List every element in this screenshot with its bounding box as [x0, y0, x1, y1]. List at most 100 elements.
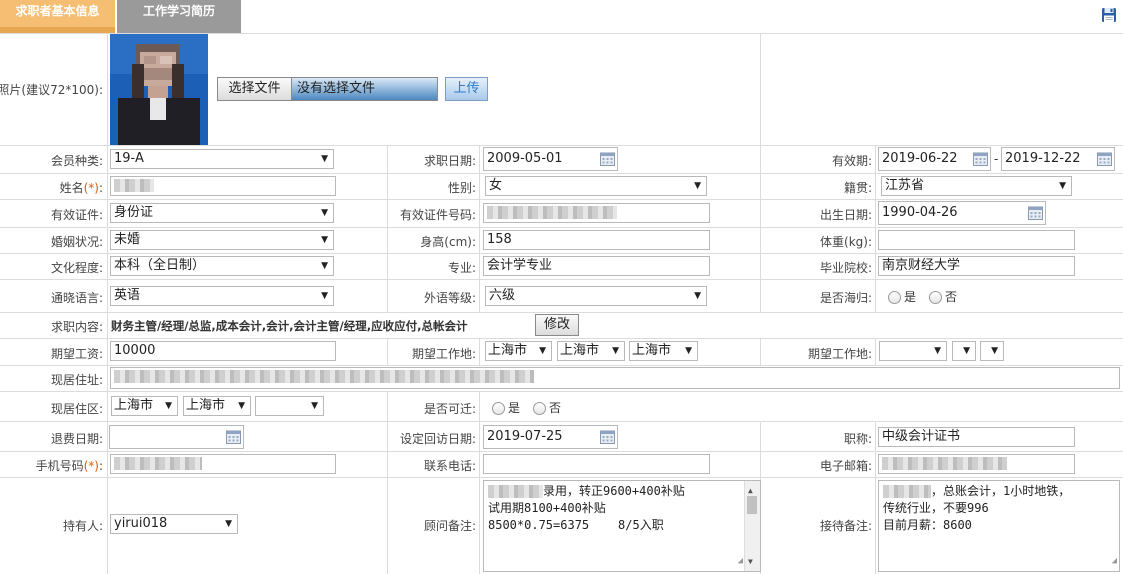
chevron-down-icon: ▼: [321, 235, 328, 245]
chevron-down-icon: ▼: [311, 401, 318, 411]
overseas-no-radio[interactable]: 否: [929, 288, 957, 305]
id-number-input[interactable]: [483, 203, 710, 223]
education-select[interactable]: 本科（全日制） ▼: [110, 256, 334, 276]
apply-date-input[interactable]: 2009-05-01: [483, 147, 618, 171]
calendar-icon[interactable]: [600, 152, 615, 166]
reception-note-label: 接待备注:: [819, 519, 872, 533]
id-type-select[interactable]: 身份证 ▼: [110, 203, 334, 223]
weight-input[interactable]: [878, 230, 1075, 250]
height-input[interactable]: 158: [483, 230, 710, 250]
calendar-icon[interactable]: [1097, 152, 1112, 166]
chevron-down-icon: ▼: [934, 346, 941, 356]
birth-date-input[interactable]: 1990-04-26: [878, 201, 1046, 225]
chevron-down-icon: ▼: [321, 261, 328, 271]
valid-period-label: 有效期:: [831, 154, 872, 168]
native-place-label: 籍贯:: [843, 181, 872, 195]
relocate-no-radio[interactable]: 否: [533, 399, 561, 416]
advisor-note-label: 顾问备注:: [423, 519, 476, 533]
photo-label: 照片(建议72*100):: [0, 83, 103, 97]
district-province-select[interactable]: 上海市 ▼: [111, 396, 178, 416]
height-label: 身高(cm):: [420, 235, 476, 249]
work-place-district-select[interactable]: 上海市 ▼: [629, 341, 698, 361]
revisit-date-label: 设定回访日期:: [399, 432, 476, 446]
gender-select[interactable]: 女 ▼: [485, 176, 707, 196]
owner-label: 持有人:: [62, 519, 103, 533]
language-select[interactable]: 英语 ▼: [110, 286, 334, 306]
form-row: 求职内容: 财务主管/经理/总监,成本会计,会计,会计主管/经理,应收应付,总帐…: [0, 313, 1123, 339]
chevron-down-icon: ▼: [963, 346, 970, 356]
work-place-2-province-select[interactable]: ▼: [879, 341, 947, 361]
owner-select[interactable]: yirui018 ▼: [110, 514, 238, 534]
required-star: (*): [83, 181, 99, 195]
chevron-down-icon: ▼: [685, 346, 692, 356]
tab-bar: 求职者基本信息 工作学习简历: [0, 0, 1123, 34]
tab-work-history[interactable]: 工作学习简历: [117, 0, 241, 33]
revisit-date-input[interactable]: 2019-07-25: [483, 425, 618, 449]
work-place-province-select[interactable]: 上海市 ▼: [485, 341, 552, 361]
form-row: 现居住址:: [0, 366, 1123, 392]
chevron-down-icon: ▼: [238, 401, 245, 411]
major-input[interactable]: 会计学专业: [483, 256, 710, 276]
email-input[interactable]: [878, 454, 1075, 474]
marital-select[interactable]: 未婚 ▼: [110, 230, 334, 250]
native-place-select[interactable]: 江苏省 ▼: [881, 176, 1072, 196]
valid-start-input[interactable]: 2019-06-22: [878, 147, 991, 171]
resize-handle-icon[interactable]: ◢: [738, 553, 743, 570]
work-place-city-select[interactable]: 上海市 ▼: [557, 341, 625, 361]
upload-button[interactable]: 上传: [445, 77, 488, 101]
district-label: 现居住区:: [50, 402, 103, 416]
overseas-label: 是否海归:: [819, 291, 872, 305]
mobile-input[interactable]: [110, 454, 336, 474]
scroll-down-icon[interactable]: ▼: [748, 553, 753, 570]
avatar: [110, 34, 208, 145]
school-label: 毕业院校:: [819, 261, 872, 275]
relocate-yes-radio[interactable]: 是: [492, 399, 520, 416]
phone-input[interactable]: [483, 454, 710, 474]
calendar-icon[interactable]: [973, 152, 988, 166]
form-row: 文化程度: 本科（全日制） ▼ 专业: 会计学专业 毕业院校: 南京财经大学: [0, 254, 1123, 280]
form-row: 有效证件: 身份证 ▼ 有效证件号码: 出生日期: 1990-04-26: [0, 200, 1123, 228]
school-input[interactable]: 南京财经大学: [878, 256, 1075, 276]
id-number-label: 有效证件号码:: [399, 208, 476, 222]
salary-input[interactable]: 10000: [110, 341, 336, 361]
form-row: 现居住区: 上海市 ▼ 上海市 ▼ ▼ 是否可迁: 是 否: [0, 392, 1123, 422]
job-content-label: 求职内容:: [50, 320, 103, 334]
overseas-yes-radio[interactable]: 是: [888, 288, 916, 305]
advisor-note-textarea[interactable]: 录用，转正9600+400补贴 试用期8100+400补贴 8500*0.75=63…: [483, 480, 761, 572]
language-level-select[interactable]: 六级 ▼: [485, 286, 707, 306]
chevron-down-icon: ▼: [165, 401, 172, 411]
valid-end-input[interactable]: 2019-12-22: [1001, 147, 1115, 171]
address-label: 现居住址:: [50, 373, 103, 387]
district-area-select[interactable]: ▼: [255, 396, 324, 416]
scrollbar-thumb[interactable]: [747, 496, 757, 514]
reception-note-textarea[interactable]: ，总账会计，1小时地铁， 传统行业，不要996 目前月薪：8600 ◢: [878, 480, 1120, 572]
language-label: 通晓语言:: [50, 291, 103, 305]
gender-label: 性别:: [447, 181, 476, 195]
scrollbar[interactable]: ▲ ▼: [744, 481, 760, 571]
phone-label: 联系电话:: [423, 459, 476, 473]
choose-file-button[interactable]: 选择文件: [217, 77, 292, 101]
address-input[interactable]: [110, 367, 1120, 389]
district-city-select[interactable]: 上海市 ▼: [183, 396, 251, 416]
work-place-2-district-select[interactable]: ▼: [980, 341, 1004, 361]
apply-date-label: 求职日期:: [423, 154, 476, 168]
photo-row: 照片(建议72*100): 选择文件 没有选择文件 上传: [0, 34, 1123, 146]
resize-handle-icon[interactable]: ◢: [1112, 553, 1117, 570]
work-place-2-city-select[interactable]: ▼: [952, 341, 976, 361]
refund-date-input[interactable]: [109, 425, 244, 449]
name-input[interactable]: [110, 176, 336, 196]
edit-job-content-button[interactable]: 修改: [535, 314, 579, 336]
save-icon[interactable]: [1101, 7, 1117, 23]
chevron-down-icon: ▼: [321, 154, 328, 164]
salary-label: 期望工资:: [50, 347, 103, 361]
calendar-icon[interactable]: [226, 430, 241, 444]
title-input[interactable]: 中级会计证书: [878, 427, 1075, 447]
date-range-separator: -: [994, 152, 999, 166]
calendar-icon[interactable]: [1028, 206, 1043, 220]
member-type-select[interactable]: 19-A ▼: [110, 149, 334, 169]
calendar-icon[interactable]: [600, 430, 615, 444]
form-row: 期望工资: 10000 期望工作地: 上海市 ▼ 上海市 ▼ 上海市 ▼ 期望工作地:…: [0, 339, 1123, 366]
form-row: 婚姻状况: 未婚 ▼ 身高(cm): 158 体重(kg):: [0, 228, 1123, 254]
chevron-down-icon: ▼: [991, 346, 998, 356]
tab-basic-info[interactable]: 求职者基本信息: [0, 0, 115, 33]
